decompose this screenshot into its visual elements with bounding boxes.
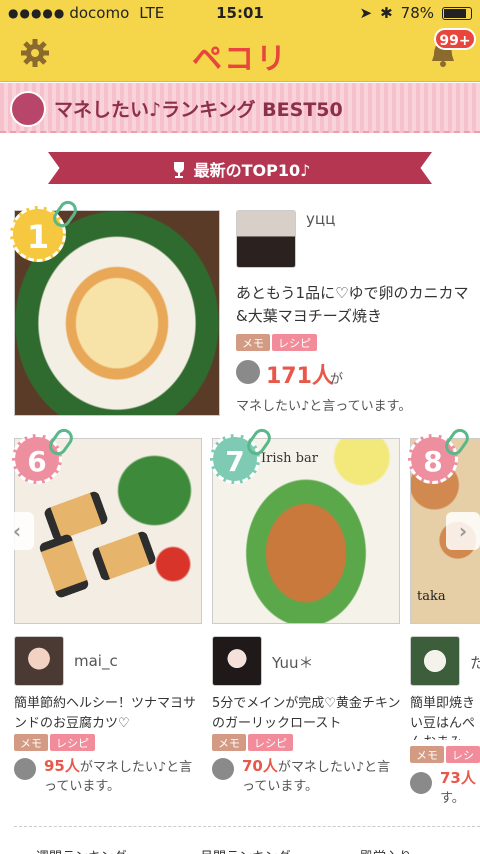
notification-badge: 99+	[434, 28, 476, 50]
divider	[14, 826, 480, 827]
clock: 15:01	[216, 4, 264, 22]
tab-monthly[interactable]: 月間ランキング	[200, 846, 291, 854]
memo-tag: メモ	[236, 334, 270, 351]
tab-hall-of-fame[interactable]: 殿堂入り	[360, 846, 412, 854]
avatar[interactable]	[410, 636, 460, 686]
recipe-title[interactable]: 5分でメインが完成♡黄金チキンのガーリックロースト	[212, 694, 402, 733]
mane-count: 171人	[266, 364, 334, 389]
recipe-tag: レシピ	[50, 734, 95, 751]
mane-caption: マネしたい♪と言っています。	[236, 399, 412, 414]
photo-caption: Irish bar	[261, 451, 318, 466]
memo-tag: メモ	[14, 734, 48, 751]
status-bar: ●●●●● docomo LTE 15:01 ➤ ✱ 78%	[0, 0, 480, 26]
mane-count-caption: 95人がマネしたい♪と言っています。	[44, 756, 202, 797]
recipe-tag: レシピ	[248, 734, 293, 751]
photo-caption: taka	[417, 589, 446, 604]
avatar[interactable]	[212, 636, 262, 686]
chevron-left-icon: ‹	[12, 519, 22, 543]
clip-logo-icon	[10, 91, 46, 127]
mane-caption: す。	[440, 790, 465, 806]
recipe-title[interactable]: 簡単節約ヘルシー！ツナマヨサンドのお豆腐カツ♡	[14, 694, 200, 733]
ranking-title: マネしたい♪ランキング BEST50	[54, 99, 343, 121]
memo-tag: メモ	[212, 734, 246, 751]
trophy-icon	[173, 162, 184, 178]
avatar[interactable]	[236, 210, 296, 268]
memo-tag: メモ	[410, 746, 444, 763]
ribbon-label: 最新のTOP10♪	[193, 161, 311, 180]
mane-clip-icon	[14, 758, 36, 780]
user-name[interactable]: уцц	[306, 210, 335, 228]
mane-count: 70人	[242, 757, 278, 775]
mane-clip-icon	[212, 758, 234, 780]
mane-clip-icon	[410, 772, 432, 794]
scroll-left-button[interactable]: ‹	[0, 512, 34, 550]
top10-ribbon: 最新のTOP10♪	[48, 152, 432, 184]
mane-count-caption: 70人がマネしたい♪と言っています。	[242, 756, 402, 797]
recipe-tag: レシピ	[272, 334, 317, 351]
user-name[interactable]: た	[470, 652, 480, 673]
app-logo: ペコリ	[192, 42, 288, 77]
avatar[interactable]	[14, 636, 64, 686]
mane-count-caption: 73人す。	[440, 768, 480, 809]
tab-weekly[interactable]: 週間ランキング	[36, 846, 127, 854]
user-name[interactable]: mai_c	[74, 652, 118, 670]
user-name[interactable]: Yuu＊	[272, 652, 313, 673]
chevron-right-icon: ›	[458, 519, 468, 543]
recipe-title[interactable]: あともう1品に♡ゆで卵のカニカマ&大葉マヨチーズ焼き	[236, 282, 472, 329]
mane-count: 95人	[44, 757, 80, 775]
ranking-header: マネしたい♪ランキング BEST50	[0, 83, 480, 133]
recipe-tag: レシピ	[446, 746, 480, 763]
recipe-title[interactable]: 簡単即焼きい豆はんぺんおまみ	[410, 694, 480, 740]
top-nav: ペコリ 99+	[0, 26, 480, 82]
mane-count: 73人	[440, 769, 476, 787]
scroll-right-button[interactable]: ›	[446, 512, 480, 550]
battery-icon	[442, 6, 472, 20]
ribbon-label-wrap: 最新のTOP10♪	[48, 157, 432, 181]
ranking-tabs: 週間ランキング 月間ランキング 殿堂入り	[0, 844, 480, 854]
mane-count-suffix: が	[330, 372, 344, 387]
mane-clip-icon	[236, 360, 260, 384]
